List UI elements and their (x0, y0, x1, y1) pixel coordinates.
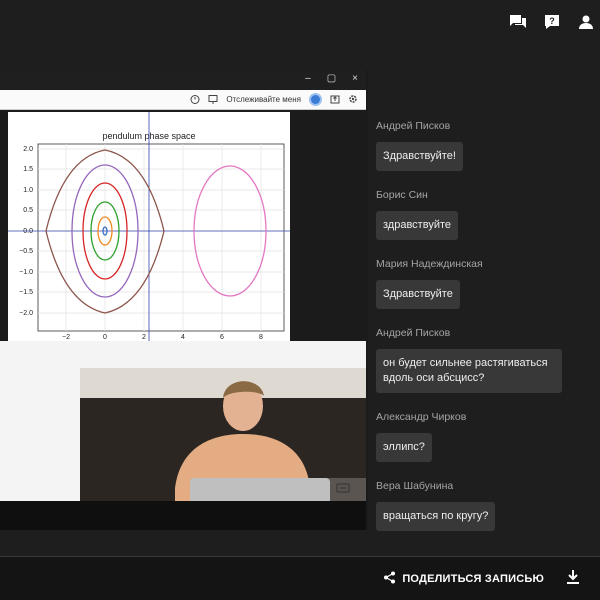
message-author: Мария Надеждинская (376, 258, 483, 270)
bottom-bar: ПОДЕЛИТЬСЯ ЗАПИСЬЮ (0, 556, 600, 600)
y-tick: −1.0 (19, 269, 33, 276)
maximize-icon[interactable]: ▢ (327, 73, 336, 84)
chat-message: Мария Надеждинская Здравствуйте (368, 256, 600, 309)
message-bubble: вращаться по кругу? (376, 502, 496, 531)
chat-message: Андрей Писков Здравствуйте! (368, 118, 600, 171)
x-tick: 2 (142, 334, 146, 341)
video-letterbox (0, 501, 366, 530)
share-screen-icon[interactable] (330, 94, 340, 106)
close-icon[interactable]: × (352, 73, 358, 84)
y-tick: −1.5 (19, 289, 33, 296)
message-author: Борис Син (376, 189, 428, 201)
x-tick: 6 (220, 334, 224, 341)
x-tick: 4 (181, 334, 185, 341)
plot-frame (37, 143, 285, 332)
help-icon[interactable]: ? (542, 12, 562, 32)
share-icon (383, 571, 396, 587)
chat-message: Борис Син здравствуйте (368, 187, 600, 240)
window-titlebar: – ▢ × (0, 70, 366, 90)
chat-panel: Андрей Писков Здравствуйте! Борис Син зд… (368, 118, 600, 547)
x-tick: 8 (259, 334, 263, 341)
share-recording-button[interactable]: ПОДЕЛИТЬСЯ ЗАПИСЬЮ (383, 571, 544, 587)
chat-message: Александр Чирков эллипс? (368, 409, 600, 462)
recording-player-page: ? – ▢ × Отслеживайте меня pendulum phase… (0, 0, 600, 600)
avatar[interactable] (309, 93, 322, 106)
y-tick: −0.5 (19, 248, 33, 255)
y-tick: −2.0 (19, 310, 33, 317)
timer-icon[interactable] (190, 94, 200, 106)
follow-me-label[interactable]: Отслеживайте меня (226, 95, 301, 104)
video-player[interactable]: – ▢ × Отслеживайте меня pendulum phase s… (0, 70, 368, 530)
user-icon[interactable] (576, 12, 596, 32)
y-tick: 2.0 (23, 146, 33, 153)
message-bubble: эллипс? (376, 433, 432, 462)
message-author: Андрей Писков (376, 120, 451, 132)
chat-icon[interactable] (508, 12, 528, 32)
gear-icon[interactable] (348, 94, 358, 106)
message-author: Андрей Писков (376, 327, 451, 339)
screen-icon[interactable] (208, 94, 218, 106)
phase-plot: pendulum phase space 2.0 1.5 1.0 0.5 0.0… (8, 112, 290, 341)
message-bubble: здравствуйте (376, 211, 458, 240)
message-bubble: он будет сильнее растягиваться вдоль оси… (376, 349, 562, 393)
minimize-icon[interactable]: – (305, 73, 311, 84)
message-author: Александр Чирков (376, 411, 467, 423)
phase-plot-svg: pendulum phase space 2.0 1.5 1.0 0.5 0.0… (8, 112, 290, 341)
y-tick: 1.0 (23, 187, 33, 194)
y-tick: 0.5 (23, 207, 33, 214)
x-tick: 0 (103, 334, 107, 341)
download-icon[interactable] (566, 569, 582, 587)
svg-text:?: ? (549, 16, 555, 26)
message-bubble: Здравствуйте! (376, 142, 463, 171)
x-tick: −2 (62, 334, 70, 341)
message-bubble: Здравствуйте (376, 280, 460, 309)
message-author: Вера Шабунина (376, 480, 454, 492)
keyboard-icon[interactable] (336, 480, 358, 496)
chat-message: Вера Шабунина вращаться по кругу? (368, 478, 600, 531)
share-recording-label: ПОДЕЛИТЬСЯ ЗАПИСЬЮ (402, 573, 544, 585)
chat-message: Андрей Писков он будет сильнее растягива… (368, 325, 600, 393)
y-tick: 1.5 (23, 166, 33, 173)
y-tick: 0.0 (23, 228, 33, 235)
top-toolbar: ? (508, 12, 596, 32)
browser-toolbar: Отслеживайте меня (0, 90, 366, 110)
